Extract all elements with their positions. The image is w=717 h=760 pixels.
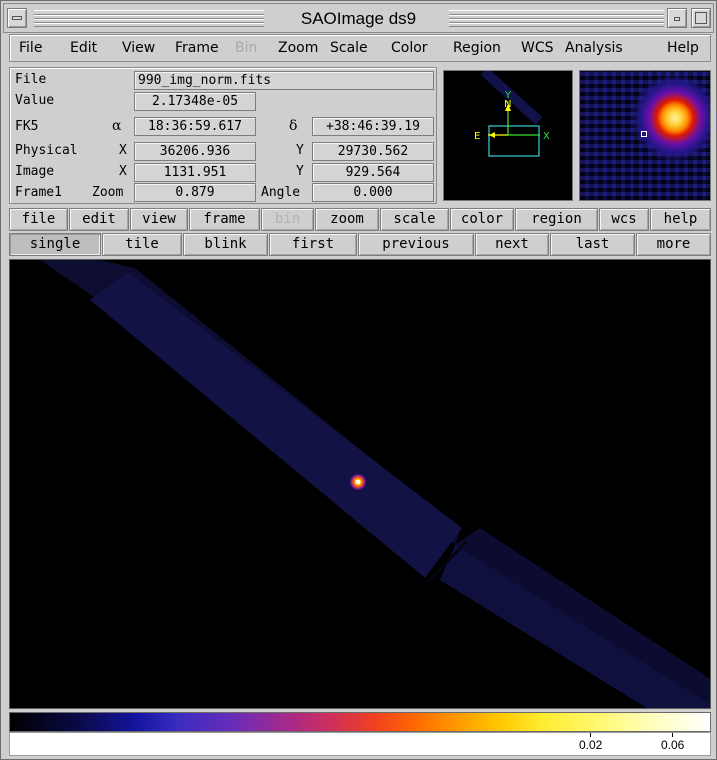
pixel-value: 2.17348e-05: [134, 92, 256, 111]
image-label: Image: [15, 164, 55, 179]
detector-chip-edge: [455, 528, 710, 704]
button-frame[interactable]: frame: [189, 208, 260, 231]
button-file[interactable]: file: [9, 208, 68, 231]
button-bin[interactable]: bin: [261, 208, 314, 231]
colorbar-tick-label-2: 0.06: [661, 738, 685, 752]
menu-bin[interactable]: Bin: [235, 40, 257, 56]
file-label: File: [15, 72, 47, 87]
title-grip-left: [34, 10, 264, 27]
button-more[interactable]: more: [636, 233, 711, 256]
menu-zoom[interactable]: Zoom: [278, 40, 318, 56]
window-title: SAOImage ds9: [294, 9, 423, 28]
button-edit[interactable]: edit: [69, 208, 129, 231]
button-scale[interactable]: scale: [380, 208, 449, 231]
maximize-button[interactable]: [691, 8, 711, 28]
ds9-window: SAOImage ds9 File Edit View Frame Bin Zo…: [0, 0, 717, 760]
frame-label: Frame1: [15, 185, 62, 200]
image-x-label: X: [119, 164, 127, 179]
detector-chip-upper: [90, 272, 462, 578]
button-next[interactable]: next: [475, 233, 549, 256]
title-grip-right: [449, 10, 664, 27]
panner-graphic: N Y E X: [474, 71, 550, 157]
panner-view-box[interactable]: [488, 125, 540, 157]
button-bar-major: file edit view frame bin zoom scale colo…: [9, 208, 711, 232]
menu-color[interactable]: Color: [391, 40, 428, 56]
physical-y-label: Y: [296, 143, 304, 158]
file-value: 990_img_norm.fits: [134, 71, 434, 90]
image-frame[interactable]: [9, 259, 711, 709]
menu-region[interactable]: Region: [453, 40, 501, 56]
colorbar-axis: 0.02 0.06: [9, 732, 711, 756]
button-last[interactable]: last: [550, 233, 635, 256]
magnifier-cursor-box: [641, 131, 647, 137]
button-blink[interactable]: blink: [183, 233, 268, 256]
button-color[interactable]: color: [450, 208, 514, 231]
detector-chip-lower: [440, 545, 710, 708]
alpha-label: α: [112, 118, 122, 134]
button-wcs[interactable]: wcs: [599, 208, 649, 231]
physical-x-label: X: [119, 143, 127, 158]
value-label: Value: [15, 93, 55, 108]
physical-y-value: 29730.562: [312, 142, 434, 161]
colorbar[interactable]: [9, 712, 711, 732]
button-previous[interactable]: previous: [358, 233, 474, 256]
compass-e-label: E: [474, 131, 480, 142]
zoom-value: 0.879: [134, 183, 256, 202]
magnifier: [579, 70, 711, 201]
bright-source-core: [355, 479, 361, 485]
east-arrow-head: [489, 132, 495, 138]
image-y-value: 929.564: [312, 163, 434, 182]
button-tile[interactable]: tile: [102, 233, 182, 256]
button-region[interactable]: region: [515, 208, 598, 231]
angle-label: Angle: [261, 185, 301, 200]
zoom-label: Zoom: [92, 185, 124, 200]
maximize-icon: [695, 12, 707, 24]
menu-scale[interactable]: Scale: [330, 40, 368, 56]
image-canvas[interactable]: [10, 260, 711, 709]
menu-wcs[interactable]: WCS: [521, 40, 554, 56]
button-help[interactable]: help: [650, 208, 711, 231]
compass-x-label: X: [543, 131, 550, 142]
menu-analysis[interactable]: Analysis: [565, 40, 623, 56]
button-zoom[interactable]: zoom: [315, 208, 379, 231]
menu-view[interactable]: View: [122, 40, 155, 56]
button-first[interactable]: first: [269, 233, 357, 256]
minimize-icon: [674, 17, 680, 21]
title-bar[interactable]: SAOImage ds9: [3, 3, 714, 33]
compass-y-label: Y: [504, 90, 512, 101]
menu-frame[interactable]: Frame: [175, 40, 219, 56]
delta-label: δ: [289, 118, 298, 134]
minimize-button[interactable]: [667, 8, 687, 28]
colorbar-tick-1: [590, 733, 591, 737]
menu-help[interactable]: Help: [667, 40, 699, 56]
colorbar-tick-2: [672, 733, 673, 737]
panner-data-stripe: [480, 71, 543, 125]
delta-value: +38:46:39.19: [312, 117, 434, 136]
button-single[interactable]: single: [9, 233, 101, 256]
angle-value: 0.000: [312, 183, 434, 202]
alpha-value: 18:36:59.617: [134, 117, 256, 136]
menu-file[interactable]: File: [19, 40, 42, 56]
window-menu-icon: [12, 16, 22, 20]
panner[interactable]: N Y E X: [443, 70, 573, 201]
physical-x-value: 36206.936: [134, 142, 256, 161]
menu-bar: File Edit View Frame Bin Zoom Scale Colo…: [9, 34, 711, 62]
menu-edit[interactable]: Edit: [70, 40, 97, 56]
image-x-value: 1131.951: [134, 163, 256, 182]
info-panel: File 990_img_norm.fits Value 2.17348e-05…: [9, 67, 437, 204]
image-y-label: Y: [296, 164, 304, 179]
physical-label: Physical: [15, 143, 78, 158]
fk5-label: FK5: [15, 119, 39, 134]
window-menu-button[interactable]: [7, 8, 27, 28]
button-view[interactable]: view: [130, 208, 188, 231]
colorbar-tick-label-1: 0.02: [579, 738, 603, 752]
button-bar-minor: single tile blink first previous next la…: [9, 233, 711, 257]
